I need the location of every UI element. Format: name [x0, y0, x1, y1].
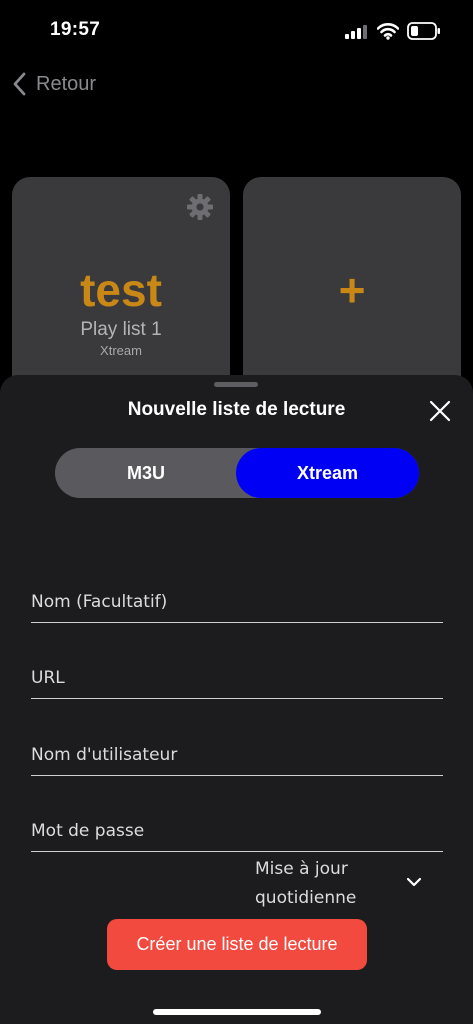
segment-m3u[interactable]: M3U [55, 448, 237, 498]
update-frequency-dropdown[interactable]: Mise à jour quotidienne [255, 855, 435, 915]
source-type-segmented-control: M3U Xtream [55, 448, 419, 498]
signal-icon [345, 25, 369, 39]
back-label: Retour [36, 72, 97, 95]
password-field [31, 804, 443, 852]
name-field [31, 575, 443, 623]
create-playlist-button[interactable]: Créer une liste de lecture [107, 919, 367, 970]
update-frequency-label: Mise à jour quotidienne [255, 859, 357, 908]
add-playlist-card[interactable]: + [243, 177, 461, 407]
name-input[interactable] [31, 592, 443, 612]
status-time: 19:57 [50, 19, 101, 40]
playlist-type: Xtream [100, 343, 142, 358]
plus-icon: + [338, 264, 366, 316]
sheet-grabber[interactable] [214, 382, 258, 387]
playlist-title: test [80, 264, 162, 316]
status-bar: 19:57 [0, 0, 473, 62]
sheet-title: Nouvelle liste de lecture [127, 399, 346, 420]
wifi-icon [377, 23, 399, 40]
url-field [31, 651, 443, 699]
password-input[interactable] [31, 821, 443, 841]
segment-xtream[interactable]: Xtream [236, 448, 419, 498]
username-field [31, 728, 443, 776]
playlist-subtitle: Play list 1 [80, 319, 162, 340]
home-indicator [153, 1009, 321, 1015]
playlist-card[interactable]: test Play list 1 Xtream [12, 177, 230, 407]
chevron-left-icon [13, 72, 26, 96]
chevron-down-icon [406, 877, 422, 887]
battery-icon [407, 22, 440, 40]
back-button[interactable]: Retour [10, 68, 96, 100]
new-playlist-sheet: Nouvelle liste de lecture M3U Xtream Mis… [0, 375, 473, 1024]
url-input[interactable] [31, 668, 443, 688]
gear-icon[interactable] [186, 193, 214, 221]
close-icon[interactable] [426, 397, 454, 425]
username-input[interactable] [31, 745, 443, 765]
